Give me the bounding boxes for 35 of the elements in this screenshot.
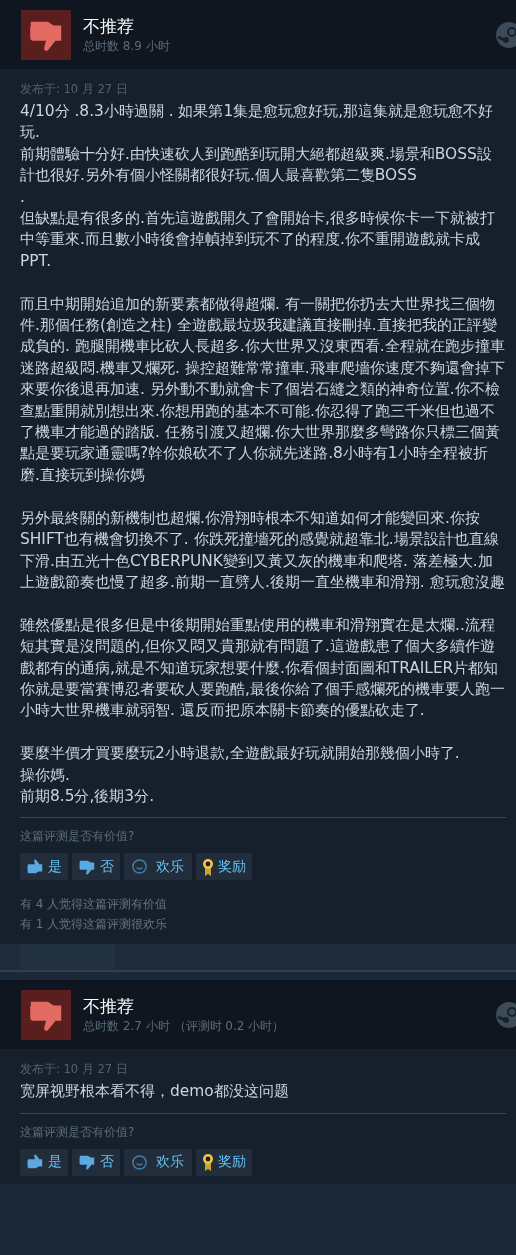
award-button[interactable]: 奖励 [196,853,252,881]
playtime: 总时数 2.7 小时 （评测时 0.2 小时） [83,1018,285,1036]
smiley-icon [132,1154,147,1170]
yes-button[interactable]: 是 [20,853,68,881]
review-text: 而且中期開始追加的新要素都做得超爛. 有一關把你扔去大世界找三個物件.那個任務(創造之柱) 全遊戲最垃圾我建議直接刪掉.直接把我的正評變成負的. 跑腿開機車比砍人長超多.你大世界又沒東西看.全程就在跑步撞車迷路超級悶.機車又爛死. 操控超難常常撞車.飛車爬墻你速度不夠還會掉下來要你後退再加速. 另外動不動就會卡了個岩石縫之類的神奇位置.你不檢查點重開就別想出來.你想用跑的基本不可能.你忍得了跑三千米但也過不了機車才能過的踏版. 任務引渡又超爛.你大世界那麼多彎路你只標三個黃點是要玩家通靈嗎?幹你娘砍不了人你就先迷路.8小時有1小時全程被折磨.直接玩到操你媽 [20,293,506,486]
playtime: 总时数 8.9 小时 [83,38,170,55]
review-text: 雖然優點是很多但是中後期開始重點使用的機車和滑翔實在是太爛..流程短其實是沒問題的,但你又悶又貴那就有問題了.這遊戲患了個大多續作遊戲都有的通病,就是不知道玩家想要什麼.你看個封面圖和TRAILER片都知你就是要當賽博忍者要砍人要跑酷,最後你給了個手感爛死的機車要人跑一小時大世界機車就弱智. 還反而把原本關卡節奏的優點砍走了. [20,614,506,722]
helpful-question: 这篇评测是否有价值? [20,828,136,846]
review-text: 另外最終關的新機制也超爛.你滑翔時根本不知道如何才能變回來.你按SHIFT也有機會切換不了. 你跌死撞墻死的感覺就超靠北.場景設計也直線下滑.由五光十色CYBERPUNK變到又黃又灰的機車和爬塔. 落差極大.加上遊戲節奏也慢了超多.前期一直劈人.後期一直坐機車和滑翔. 愈玩愈沒趣 [20,507,506,593]
award-button[interactable]: 奖励 [196,1148,252,1176]
helpful-question: 这篇评测是否有价值? [20,1123,136,1141]
review-text: 前期體驗十分好.由快速砍人到跑酷到玩開大絕都超級爽.場景和BOSS設計也很好.另外有個小怪關都很好玩.個人最喜歡第二隻BOSS [20,143,493,187]
funny-button[interactable]: 欢乐 [124,853,192,881]
review-text: 前期8.5分,後期3分. [20,785,156,807]
review-text: 4/10分 .8.3小時過關 . 如果第1集是愈玩愈好玩,那這集就是愈玩愈不好玩. [20,101,495,144]
review-text: 操你媽. [20,764,71,786]
logo-icon[interactable] [496,1002,516,1029]
review-verdict: 不推荐 [83,15,135,37]
funny-button[interactable]: 欢乐 [124,1148,192,1176]
yes-button[interactable]: 是 [20,1148,68,1176]
vote-count: 有 1 人觉得这篇评测很欢乐 [20,916,169,934]
no-button[interactable]: 否 [72,1148,120,1176]
review-text: 宽屏视野根本看不得，demo都没这问题 [20,1081,290,1103]
thumbs-up-icon [26,857,44,876]
vote-count: 有 4 人觉得这篇评测有价值 [20,896,169,914]
review-text: 要麼半價才買要麼玩2小時退款,全遊戲最好玩就開始那幾個小時了. [20,743,461,765]
review-text: . [20,186,26,208]
no-button[interactable]: 否 [72,853,120,881]
thumbs-down-icon [78,1153,96,1172]
award-ribbon-icon [202,856,214,877]
logo-icon[interactable] [496,22,516,48]
award-ribbon-icon [202,1152,214,1173]
review-verdict: 不推荐 [83,995,135,1018]
review-text: 但缺點是有很多的.首先這遊戲開久了會開始卡,很多時候你卡一下就被打中等重來.而且數小時後會掉幀掉到玩不了的程度.你不重開遊戲就卡成PPT. [20,208,496,272]
smiley-icon [132,859,147,875]
